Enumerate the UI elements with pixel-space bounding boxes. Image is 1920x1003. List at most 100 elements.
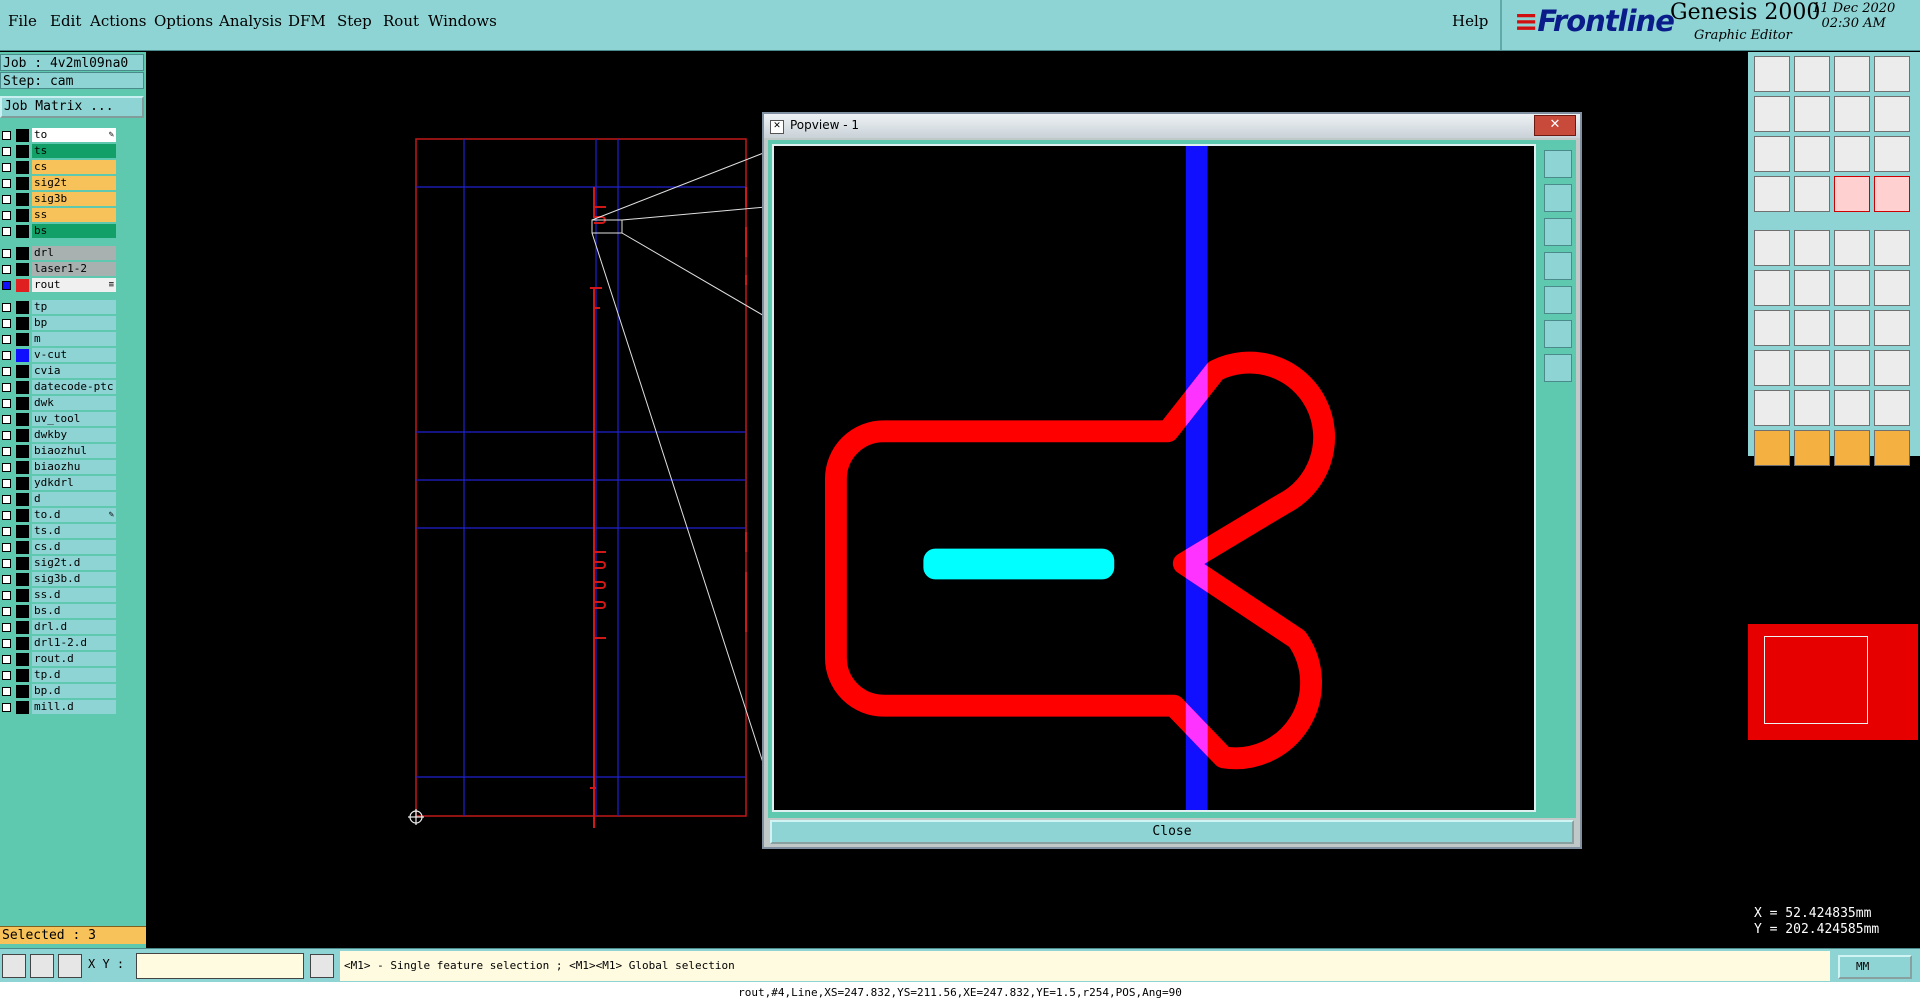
move-icon[interactable]: [1754, 350, 1790, 386]
layer-row[interactable]: bs.d: [0, 604, 118, 619]
layer-name[interactable]: bp.d: [32, 684, 116, 698]
layer-name[interactable]: drl: [32, 246, 116, 260]
layer-name[interactable]: sig3b.d: [32, 572, 116, 586]
units-button[interactable]: MM: [1838, 955, 1912, 979]
cross-icon[interactable]: [1794, 270, 1830, 306]
layer-checkbox[interactable]: [2, 399, 11, 408]
layer-color-swatch[interactable]: [16, 573, 29, 586]
layer-color-swatch[interactable]: [16, 445, 29, 458]
layer-row[interactable]: drl.d: [0, 620, 118, 635]
layer-name[interactable]: bs: [32, 224, 116, 238]
layer-name[interactable]: tp.d: [32, 668, 116, 682]
step-icon[interactable]: [1834, 96, 1870, 132]
layer-color-swatch[interactable]: [16, 429, 29, 442]
home-icon[interactable]: [1834, 56, 1870, 92]
layer-name[interactable]: cs.d: [32, 540, 116, 554]
layer-color-swatch[interactable]: [16, 333, 29, 346]
layer-name[interactable]: mill.d: [32, 700, 116, 714]
layer-name[interactable]: bp: [32, 316, 116, 330]
layer-checkbox[interactable]: [2, 383, 11, 392]
layer-row[interactable]: ts: [0, 144, 118, 159]
layer-name[interactable]: biaozhul: [32, 444, 116, 458]
layer-name[interactable]: ss: [32, 208, 116, 222]
layer-checkbox[interactable]: [2, 179, 11, 188]
triangle4-icon[interactable]: [1874, 390, 1910, 426]
layer-row[interactable]: sig3b.d: [0, 572, 118, 587]
layer-row[interactable]: rout.d: [0, 652, 118, 667]
help-icon[interactable]: [1874, 136, 1910, 172]
layer-row[interactable]: sig2t: [0, 176, 118, 191]
layer-color-swatch[interactable]: [16, 365, 29, 378]
job-matrix-button[interactable]: Job Matrix ...: [0, 96, 144, 118]
layer-row[interactable]: dwkby: [0, 428, 118, 443]
layer-row[interactable]: drl1-2.d: [0, 636, 118, 651]
layer-row[interactable]: cs.d: [0, 540, 118, 555]
layer-color-swatch[interactable]: [16, 177, 29, 190]
circle-icon[interactable]: [1874, 230, 1910, 266]
layer-color-swatch[interactable]: [16, 557, 29, 570]
layer-name[interactable]: rout ≡: [32, 278, 116, 292]
layer-name[interactable]: drl1-2.d: [32, 636, 116, 650]
layer-color-swatch[interactable]: [16, 225, 29, 238]
measure-icon[interactable]: [1834, 230, 1870, 266]
layer-name[interactable]: uv_tool: [32, 412, 116, 426]
popview-zoom-view[interactable]: [772, 144, 1536, 812]
layer-color-swatch[interactable]: [16, 161, 29, 174]
layer-row[interactable]: dwk: [0, 396, 118, 411]
layer-checkbox[interactable]: [2, 447, 11, 456]
mirror-icon[interactable]: [1874, 310, 1910, 346]
layer-name[interactable]: d: [32, 492, 116, 506]
layer-color-swatch[interactable]: [16, 541, 29, 554]
layer-name[interactable]: tp: [32, 300, 116, 314]
popview-expand-icon[interactable]: [1544, 354, 1572, 382]
layer-color-swatch[interactable]: [16, 381, 29, 394]
layer-checkbox[interactable]: [2, 147, 11, 156]
layer-checkbox[interactable]: [2, 195, 11, 204]
save-icon[interactable]: [1794, 56, 1830, 92]
layer-name[interactable]: rout.d: [32, 652, 116, 666]
menu-analysis[interactable]: Analysis: [219, 12, 282, 30]
layer-color-swatch[interactable]: [16, 247, 29, 260]
layer-checkbox[interactable]: [2, 351, 11, 360]
import-icon[interactable]: [1754, 96, 1790, 132]
layer-checkbox[interactable]: [2, 463, 11, 472]
layer-row[interactable]: tp.d: [0, 668, 118, 683]
layer-checkbox[interactable]: [2, 639, 11, 648]
popview-zoom-out-icon[interactable]: [1544, 218, 1572, 246]
popview-titlebar[interactable]: ✕ Popview - 1: [764, 114, 1580, 138]
layer-row[interactable]: bs: [0, 224, 118, 239]
layer-color-swatch[interactable]: [16, 397, 29, 410]
point-icon[interactable]: [1754, 270, 1790, 306]
popview-pan-right-icon[interactable]: [1544, 286, 1572, 314]
layer-row[interactable]: ts.d: [0, 524, 118, 539]
layer-checkbox[interactable]: [2, 655, 11, 664]
stretch-icon[interactable]: [1834, 350, 1870, 386]
layer-row[interactable]: bp.d: [0, 684, 118, 699]
layer-checkbox[interactable]: [2, 575, 11, 584]
layer-name[interactable]: ydkdrl: [32, 476, 116, 490]
layer-checkbox[interactable]: [2, 319, 11, 328]
layer-color-swatch[interactable]: [16, 317, 29, 330]
overview-minimap[interactable]: [1748, 624, 1918, 740]
layer-row[interactable]: biaozhul: [0, 444, 118, 459]
layer-row[interactable]: cs: [0, 160, 118, 175]
net-red2-icon[interactable]: [1874, 176, 1910, 212]
layer-checkbox[interactable]: [2, 281, 11, 290]
layer-name[interactable]: ts: [32, 144, 116, 158]
menu-edit[interactable]: Edit: [50, 12, 81, 30]
layer-row[interactable]: ss.d: [0, 588, 118, 603]
layer-row[interactable]: to.d ✎: [0, 508, 118, 523]
layer-color-swatch[interactable]: [16, 301, 29, 314]
layer-row[interactable]: cvia: [0, 364, 118, 379]
layer-checkbox[interactable]: [2, 527, 11, 536]
triangle2-icon[interactable]: [1794, 390, 1830, 426]
layer-checkbox[interactable]: [2, 431, 11, 440]
export-icon[interactable]: [1794, 96, 1830, 132]
layer-checkbox[interactable]: [2, 227, 11, 236]
layer-color-swatch[interactable]: [16, 477, 29, 490]
measure-icon[interactable]: [30, 954, 54, 978]
layer-color-swatch[interactable]: [16, 279, 29, 292]
layer-color-swatch[interactable]: [16, 263, 29, 276]
edit-line-icon[interactable]: [1794, 310, 1830, 346]
menu-dfm[interactable]: DFM: [288, 12, 326, 30]
